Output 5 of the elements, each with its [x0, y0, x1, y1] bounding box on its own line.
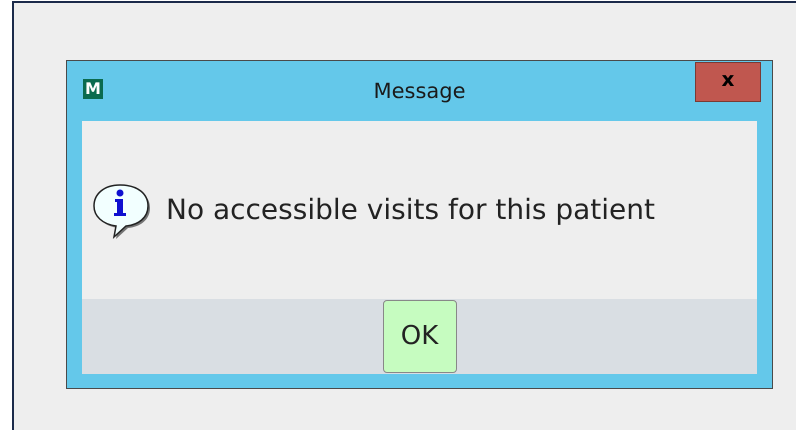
message-text: No accessible visits for this patient — [166, 192, 656, 228]
close-button[interactable]: x — [695, 62, 761, 102]
app-logo-icon: M — [83, 79, 103, 99]
ok-button[interactable]: OK — [382, 300, 456, 373]
window-title: Message — [373, 78, 466, 106]
